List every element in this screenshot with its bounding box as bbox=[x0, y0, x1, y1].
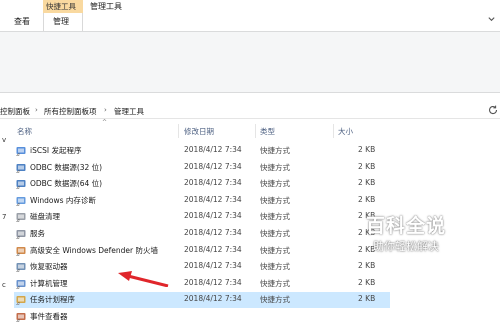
file-name: Windows 内存诊断 bbox=[30, 195, 96, 205]
file-name: 服务 bbox=[30, 229, 45, 238]
odbc-icon bbox=[16, 179, 26, 189]
file-row[interactable]: ODBC 数据源(32 位) 2018/4/12 7:34 快捷方式 2 KB bbox=[14, 160, 390, 176]
column-divider[interactable] bbox=[333, 124, 334, 138]
file-date: 2018/4/12 7:34 bbox=[184, 178, 242, 188]
file-row[interactable]: 任务计划程序 2018/4/12 7:34 快捷方式 2 KB bbox=[14, 292, 390, 309]
file-row[interactable]: Windows 内存诊断 2018/4/12 7:34 快捷方式 2 KB bbox=[14, 193, 390, 209]
file-row[interactable]: 服务 2018/4/12 7:34 快捷方式 2 KB bbox=[14, 226, 390, 242]
column-header-size[interactable]: 大小 bbox=[338, 126, 353, 137]
file-type: 快捷方式 bbox=[260, 245, 290, 255]
file-date: 2018/4/12 7:34 bbox=[184, 277, 242, 287]
column-divider[interactable] bbox=[178, 124, 179, 138]
breadcrumb-admin-tools[interactable]: 管理工具 bbox=[114, 106, 144, 117]
breadcrumb-separator-icon[interactable]: › bbox=[104, 106, 107, 114]
file-date: 2018/4/12 7:34 bbox=[184, 261, 242, 271]
file-size: 2 KB bbox=[358, 294, 376, 304]
file-name: 磁盘清理 bbox=[30, 212, 60, 222]
file-row[interactable]: 计算机管理 2018/4/12 7:34 快捷方式 2 KB bbox=[14, 276, 390, 292]
file-type: 快捷方式 bbox=[260, 262, 290, 272]
file-date: 2018/4/12 7:34 bbox=[184, 244, 242, 254]
file-row[interactable]: 事件查看器 bbox=[14, 309, 390, 325]
breadcrumb-control-panel[interactable]: 控制面板 bbox=[0, 106, 30, 117]
file-type: 快捷方式 bbox=[260, 295, 290, 305]
tab-manage[interactable]: 管理 bbox=[43, 13, 83, 32]
odbc-icon bbox=[16, 163, 26, 173]
breadcrumb-all-items[interactable]: 所有控制面板项 bbox=[44, 106, 97, 117]
file-name: 计算机管理 bbox=[30, 278, 68, 288]
event-viewer-icon bbox=[16, 312, 26, 322]
column-header-name[interactable]: 名称 bbox=[17, 126, 32, 137]
disk-cleanup-icon bbox=[16, 212, 26, 223]
firewall-icon bbox=[16, 246, 26, 256]
breadcrumb-separator-icon[interactable]: › bbox=[35, 106, 38, 114]
file-name: 恢复驱动器 bbox=[30, 262, 68, 272]
file-name: ODBC 数据源(64 位) bbox=[30, 179, 103, 189]
file-name: 事件查看器 bbox=[30, 312, 68, 321]
file-name: 高级安全 Windows Defender 防火墙 bbox=[30, 245, 158, 255]
column-header-date[interactable]: 修改日期 bbox=[184, 126, 214, 137]
refresh-icon[interactable] bbox=[487, 104, 499, 116]
file-size: 2 KB bbox=[358, 277, 376, 287]
file-size: 2 KB bbox=[358, 161, 376, 171]
recovery-drive-icon bbox=[16, 262, 26, 272]
tab-manage-label: 管理 bbox=[53, 17, 69, 26]
file-type: 快捷方式 bbox=[260, 146, 290, 155]
file-type: 快捷方式 bbox=[260, 278, 290, 288]
file-date: 2018/4/12 7:34 bbox=[184, 161, 242, 171]
column-header-type[interactable]: 类型 bbox=[260, 126, 275, 137]
ribbon-panel bbox=[0, 31, 500, 93]
file-type: 快捷方式 bbox=[260, 179, 290, 189]
iscsi-icon bbox=[16, 146, 26, 156]
contextual-tab-group-label: 快捷工具 bbox=[46, 2, 76, 11]
file-name: iSCSI 发起程序 bbox=[30, 146, 82, 155]
file-row[interactable]: 恢复驱动器 2018/4/12 7:34 快捷方式 2 KB bbox=[14, 259, 390, 275]
nav-pane-fragment: v bbox=[2, 136, 7, 144]
file-size: 2 KB bbox=[358, 145, 376, 154]
file-row[interactable]: ODBC 数据源(64 位) 2018/4/12 7:34 快捷方式 2 KB bbox=[14, 176, 390, 192]
column-divider[interactable] bbox=[255, 124, 256, 138]
memory-diagnostic-icon bbox=[16, 196, 26, 206]
watermark-subtitle: 助你轻松解决 bbox=[373, 240, 439, 253]
sort-ascending-icon: ^ bbox=[102, 119, 108, 126]
file-type: 快捷方式 bbox=[260, 212, 290, 222]
file-date: 2018/4/12 7:34 bbox=[184, 294, 242, 304]
address-bar[interactable]: 控制面板 › 所有控制面板项 › 管理工具 bbox=[0, 103, 500, 119]
file-type: 快捷方式 bbox=[260, 195, 290, 205]
services-icon bbox=[16, 229, 26, 239]
file-size: 2 KB bbox=[358, 194, 376, 204]
file-row[interactable]: iSCSI 发起程序 2018/4/12 7:34 快捷方式 2 KB bbox=[14, 143, 390, 159]
tab-view[interactable]: 查看 bbox=[14, 16, 30, 27]
file-name: ODBC 数据源(32 位) bbox=[30, 162, 103, 172]
file-date: 2018/4/12 7:34 bbox=[184, 145, 242, 154]
expand-ribbon-chevron-icon[interactable] bbox=[487, 14, 496, 23]
file-name: 任务计划程序 bbox=[30, 295, 75, 305]
nav-pane-fragment: 7 bbox=[2, 213, 7, 221]
nav-pane-fragment: c bbox=[2, 281, 6, 289]
file-date: 2018/4/12 7:34 bbox=[184, 211, 242, 221]
file-type: 快捷方式 bbox=[260, 229, 290, 238]
file-type: 快捷方式 bbox=[260, 162, 290, 172]
file-size: 2 KB bbox=[358, 178, 376, 188]
task-scheduler-icon bbox=[16, 295, 26, 306]
watermark-title: 百科全说 bbox=[366, 215, 447, 237]
annotation-arrow-icon bbox=[118, 271, 169, 287]
computer-management-icon bbox=[16, 279, 26, 289]
window-title: 管理工具 bbox=[90, 2, 122, 11]
file-row[interactable]: 高级安全 Windows Defender 防火墙 2018/4/12 7:34 快… bbox=[14, 243, 390, 259]
contextual-tab-group: 快捷工具 bbox=[43, 0, 83, 13]
file-row[interactable]: 磁盘清理 2018/4/12 7:34 快捷方式 2 KB bbox=[14, 209, 390, 225]
file-size: 2 KB bbox=[358, 261, 376, 271]
file-date: 2018/4/12 7:34 bbox=[184, 194, 242, 204]
file-date: 2018/4/12 7:34 bbox=[184, 228, 242, 237]
